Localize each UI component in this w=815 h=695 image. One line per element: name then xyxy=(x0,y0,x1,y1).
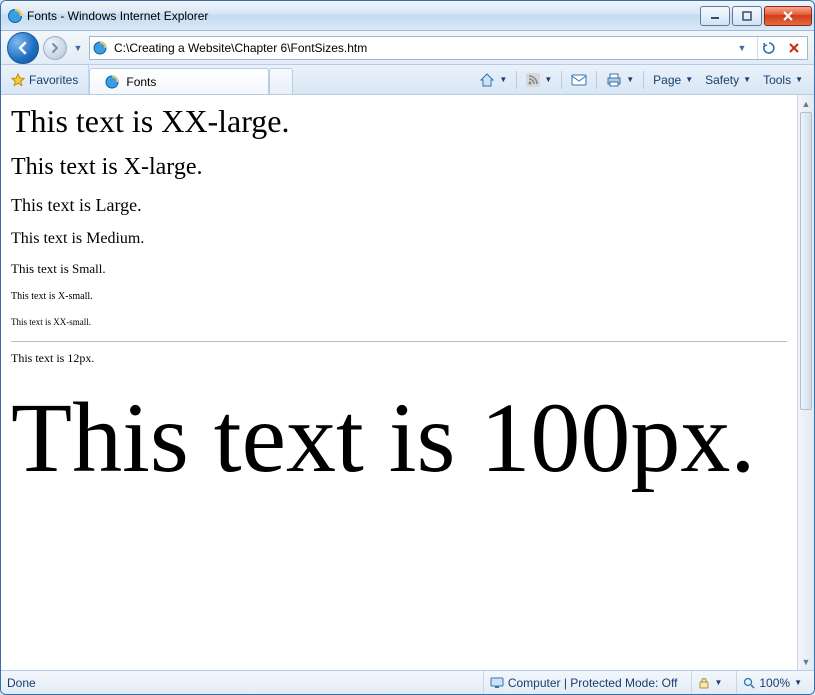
computer-icon xyxy=(490,677,504,689)
text-xsmall: This text is X-small. xyxy=(11,291,787,303)
status-security[interactable]: ▼ xyxy=(691,671,728,694)
text-12px: This text is 12px. xyxy=(11,352,787,366)
title-bar: Fonts - Windows Internet Explorer xyxy=(1,1,814,31)
lock-icon xyxy=(698,677,710,689)
separator xyxy=(516,71,517,89)
page-content: This text is XX-large. This text is X-la… xyxy=(1,95,797,670)
tools-menu[interactable]: Tools▼ xyxy=(758,70,808,90)
text-large: This text is Large. xyxy=(11,195,787,216)
safety-menu[interactable]: Safety▼ xyxy=(700,70,756,90)
minimize-button[interactable] xyxy=(700,6,730,26)
separator xyxy=(561,71,562,89)
ie-page-icon xyxy=(104,74,120,90)
tab-fonts[interactable]: Fonts xyxy=(89,68,269,94)
zoom-icon xyxy=(743,677,755,689)
new-tab-button[interactable] xyxy=(269,68,293,94)
mail-icon xyxy=(571,73,587,87)
recent-pages-dropdown[interactable]: ▼ xyxy=(71,43,85,53)
stop-button[interactable] xyxy=(783,37,805,59)
command-bar: ▼ ▼ ▼ Page▼ xyxy=(474,65,814,94)
text-xxlarge: This text is XX-large. xyxy=(11,103,787,140)
status-bar: Done Computer | Protected Mode: Off ▼ 10… xyxy=(1,670,814,694)
safety-menu-label: Safety xyxy=(705,73,739,87)
page-icon xyxy=(92,40,108,56)
zoom-control[interactable]: 100% ▼ xyxy=(736,671,808,694)
vertical-scrollbar[interactable]: ▲ ▼ xyxy=(797,95,814,670)
ie-logo-icon xyxy=(7,8,23,24)
favorites-button[interactable]: Favorites xyxy=(1,65,89,94)
refresh-button[interactable] xyxy=(757,37,779,59)
text-100px: This text is 100px. xyxy=(11,380,787,495)
status-done-label: Done xyxy=(7,676,36,690)
favorites-label: Favorites xyxy=(29,73,78,87)
close-button[interactable] xyxy=(764,6,812,26)
back-button[interactable] xyxy=(7,32,39,64)
star-icon xyxy=(11,73,25,87)
print-icon xyxy=(606,73,622,87)
page-menu-label: Page xyxy=(653,73,681,87)
chevron-down-icon: ▼ xyxy=(794,678,802,687)
page-menu[interactable]: Page▼ xyxy=(648,70,698,90)
address-dropdown[interactable]: ▼ xyxy=(731,37,753,59)
tools-menu-label: Tools xyxy=(763,73,791,87)
print-button[interactable]: ▼ xyxy=(601,70,639,90)
forward-button[interactable] xyxy=(43,36,67,60)
divider xyxy=(11,341,787,342)
address-input[interactable] xyxy=(112,40,727,56)
read-mail-button[interactable] xyxy=(566,70,592,90)
scroll-thumb[interactable] xyxy=(800,112,812,410)
chevron-down-icon: ▼ xyxy=(714,678,722,687)
maximize-button[interactable] xyxy=(732,6,762,26)
address-bar: ▼ xyxy=(89,36,808,60)
home-button[interactable]: ▼ xyxy=(474,69,512,91)
zoom-value: 100% xyxy=(759,676,790,690)
separator xyxy=(643,71,644,89)
browser-window: Fonts - Windows Internet Explorer ▼ xyxy=(0,0,815,695)
nav-bar: ▼ ▼ xyxy=(1,31,814,65)
tab-label: Fonts xyxy=(126,75,156,89)
text-xxsmall: This text is XX-small. xyxy=(11,317,787,327)
scroll-down-arrow-icon[interactable]: ▼ xyxy=(798,653,814,670)
scroll-up-arrow-icon[interactable]: ▲ xyxy=(798,95,814,112)
window-title: Fonts - Windows Internet Explorer xyxy=(27,9,698,23)
separator xyxy=(596,71,597,89)
viewport: This text is XX-large. This text is X-la… xyxy=(1,95,814,670)
tab-strip: Favorites Fonts ▼ ▼ xyxy=(1,65,814,95)
status-zone: Computer | Protected Mode: Off xyxy=(483,671,684,694)
text-xlarge: This text is X-large. xyxy=(11,154,787,182)
status-zone-label: Computer | Protected Mode: Off xyxy=(508,676,678,690)
home-icon xyxy=(479,72,495,88)
scroll-track[interactable] xyxy=(798,112,814,653)
status-done: Done xyxy=(7,671,42,694)
feeds-button[interactable]: ▼ xyxy=(521,70,557,90)
window-controls xyxy=(698,6,812,26)
text-medium: This text is Medium. xyxy=(11,230,787,248)
feeds-icon xyxy=(526,73,540,87)
text-small: This text is Small. xyxy=(11,262,787,277)
